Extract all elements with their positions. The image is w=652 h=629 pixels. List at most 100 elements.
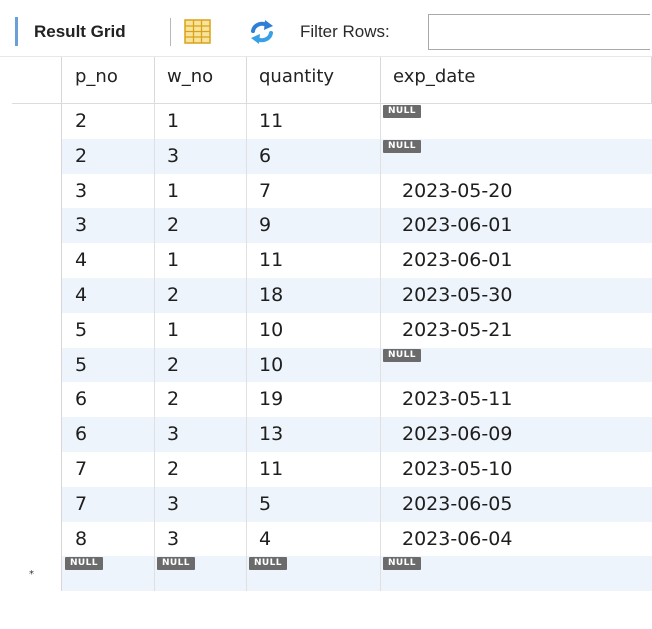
cell-exp_date[interactable]: 2023-05-10 (381, 452, 652, 487)
column-header-p_no[interactable]: p_no (63, 57, 155, 104)
cell-quantity[interactable]: 19 (247, 382, 381, 418)
cell-p_no[interactable]: 5 (63, 312, 155, 348)
cell-exp_date[interactable]: 2023-06-05 (381, 487, 652, 522)
cell-w_no[interactable]: 3 (155, 486, 247, 522)
cell-p_no[interactable]: 4 (63, 243, 155, 278)
cell-quantity[interactable]: 11 (247, 243, 381, 278)
row-indicator[interactable]: * (12, 556, 62, 592)
cell-value: 19 (259, 388, 284, 411)
cell-exp_date[interactable]: NULL (381, 104, 652, 139)
table-row[interactable]: 2 1 11 NULL (12, 104, 652, 139)
cell-exp_date[interactable]: NULL (381, 556, 652, 591)
cell-w_no[interactable]: 2 (155, 208, 247, 244)
table-row[interactable]: 7 3 5 2023-06-05 (12, 486, 652, 522)
cell-w_no[interactable]: 3 (155, 521, 247, 557)
cell-exp_date[interactable]: 2023-05-21 (381, 313, 652, 348)
cell-w_no[interactable]: 2 (155, 347, 247, 383)
cell-exp_date[interactable]: 2023-05-30 (381, 278, 652, 313)
cell-value: 11 (259, 110, 284, 132)
cell-value: 2023-05-21 (402, 318, 513, 341)
cell-p_no[interactable]: 5 (63, 347, 155, 383)
table-row[interactable]: 5 1 10 2023-05-21 (12, 312, 652, 348)
cell-exp_date[interactable]: NULL (381, 348, 652, 383)
cell-quantity[interactable]: 6 (247, 138, 381, 174)
row-indicator[interactable] (12, 243, 62, 278)
cell-p_no[interactable]: 6 (63, 417, 155, 452)
column-header-quantity[interactable]: quantity (247, 57, 381, 104)
cell-value: 5 (75, 353, 88, 376)
cell-p_no[interactable]: 2 (63, 104, 155, 139)
filter-rows-input[interactable] (428, 14, 650, 50)
cell-w_no[interactable]: 1 (155, 312, 247, 348)
row-indicator[interactable] (12, 173, 62, 209)
cell-w_no[interactable]: 2 (155, 382, 247, 418)
cell-exp_date[interactable]: 2023-06-09 (381, 417, 652, 452)
row-indicator[interactable] (12, 278, 62, 313)
cell-w_no[interactable]: 3 (155, 417, 247, 452)
cell-quantity[interactable]: 7 (247, 173, 381, 209)
cell-p_no[interactable]: 8 (63, 521, 155, 557)
cell-w_no[interactable]: NULL (155, 556, 247, 592)
cell-quantity[interactable]: 10 (247, 347, 381, 383)
row-indicator[interactable] (12, 138, 62, 174)
table-row[interactable]: 7 2 11 2023-05-10 (12, 452, 652, 487)
cell-p_no[interactable]: 2 (63, 138, 155, 174)
row-indicator[interactable] (12, 347, 62, 383)
cell-value: 6 (75, 388, 88, 411)
row-indicator[interactable] (12, 486, 62, 522)
cell-w_no[interactable]: 1 (155, 243, 247, 278)
cell-quantity[interactable]: 10 (247, 312, 381, 348)
new-row[interactable]: * NULL NULL NULL NULL (12, 556, 652, 592)
cell-quantity[interactable]: 9 (247, 208, 381, 244)
cell-quantity[interactable]: 18 (247, 278, 381, 313)
table-row[interactable]: 4 1 11 2023-06-01 (12, 243, 652, 278)
cell-w_no[interactable]: 1 (155, 173, 247, 209)
cell-exp_date[interactable]: 2023-05-20 (381, 174, 652, 209)
null-badge: NULL (383, 348, 421, 362)
row-indicator[interactable] (12, 104, 62, 139)
cell-exp_date[interactable]: NULL (381, 139, 652, 174)
cell-w_no[interactable]: 3 (155, 138, 247, 174)
cell-exp_date[interactable]: 2023-06-01 (381, 243, 652, 278)
table-row[interactable]: 5 2 10 NULL (12, 347, 652, 383)
table-row[interactable]: 3 1 7 2023-05-20 (12, 173, 652, 209)
table-row[interactable]: 8 3 4 2023-06-04 (12, 521, 652, 557)
cell-quantity[interactable]: NULL (247, 556, 381, 592)
cell-w_no[interactable]: 1 (155, 104, 247, 139)
table-row[interactable]: 6 2 19 2023-05-11 (12, 382, 652, 418)
cell-quantity[interactable]: 13 (247, 417, 381, 452)
cell-p_no[interactable]: 7 (63, 486, 155, 522)
cell-quantity[interactable]: 4 (247, 521, 381, 557)
cell-w_no[interactable]: 2 (155, 452, 247, 487)
refresh-arrows-icon[interactable] (247, 20, 277, 44)
table-row[interactable]: 6 3 13 2023-06-09 (12, 417, 652, 452)
cell-exp_date[interactable]: 2023-06-04 (381, 522, 652, 557)
cell-w_no[interactable]: 2 (155, 278, 247, 313)
column-header-exp_date[interactable]: exp_date (381, 57, 652, 104)
cell-p_no[interactable]: 6 (63, 382, 155, 418)
row-indicator[interactable] (12, 312, 62, 348)
row-indicator[interactable] (12, 452, 62, 487)
cell-p_no[interactable]: 7 (63, 452, 155, 487)
cell-p_no[interactable]: 3 (63, 208, 155, 244)
table-row[interactable]: 4 2 18 2023-05-30 (12, 278, 652, 313)
cell-exp_date[interactable]: 2023-05-11 (381, 382, 652, 417)
cell-p_no[interactable]: NULL (63, 556, 155, 592)
table-row[interactable]: 2 3 6 NULL (12, 138, 652, 174)
row-indicator[interactable] (12, 417, 62, 452)
result-grid-tab[interactable]: Result Grid (34, 17, 126, 46)
null-badge: NULL (65, 557, 103, 571)
cell-quantity[interactable]: 5 (247, 486, 381, 522)
table-row[interactable]: 3 2 9 2023-06-01 (12, 208, 652, 244)
cell-p_no[interactable]: 4 (63, 278, 155, 313)
cell-exp_date[interactable]: 2023-06-01 (381, 208, 652, 243)
row-indicator[interactable] (12, 382, 62, 418)
row-indicator[interactable] (12, 521, 62, 557)
cell-quantity[interactable]: 11 (247, 452, 381, 487)
cell-quantity[interactable]: 11 (247, 104, 381, 139)
column-header-w_no[interactable]: w_no (155, 57, 247, 104)
cell-value: 8 (75, 527, 88, 550)
row-indicator[interactable] (12, 208, 62, 244)
cell-p_no[interactable]: 3 (63, 173, 155, 209)
grid-view-icon[interactable] (184, 19, 211, 44)
